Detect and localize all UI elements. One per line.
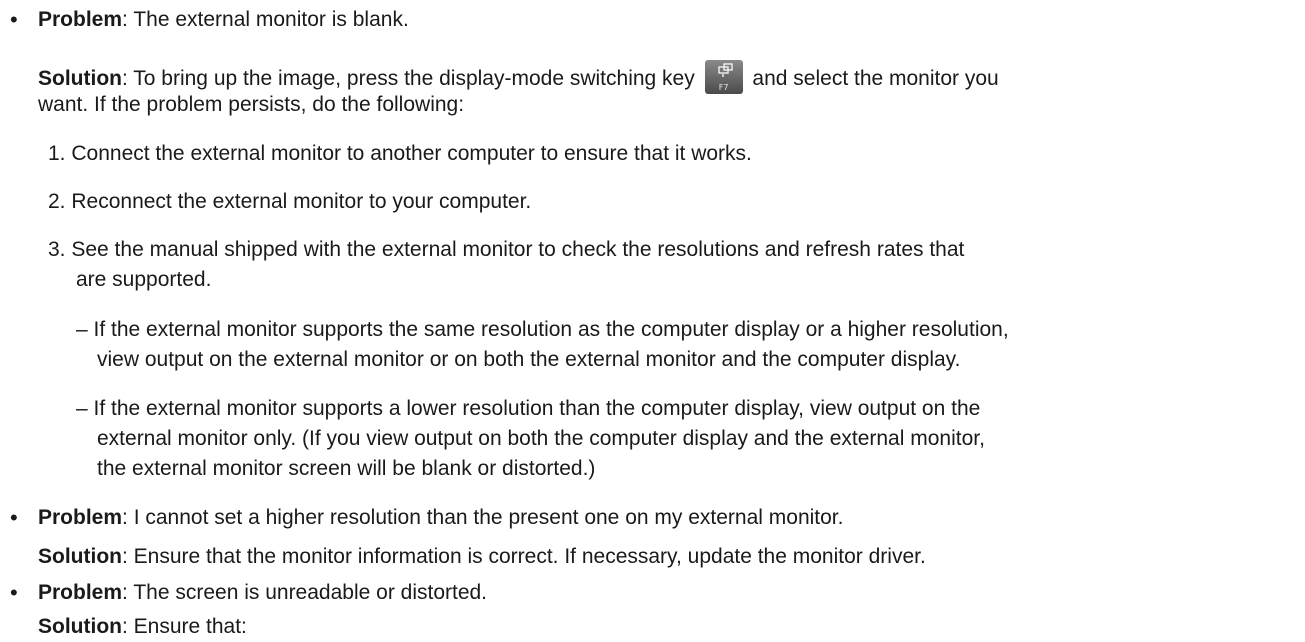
step-text: Connect the external monitor to another … bbox=[71, 142, 752, 165]
step-text: Reconnect the external monitor to your c… bbox=[71, 190, 532, 213]
step-1: 1. Connect the external monitor to anoth… bbox=[48, 139, 752, 169]
problem-text: : I cannot set a higher resolution than … bbox=[122, 506, 844, 529]
step-2: 2. Reconnect the external monitor to you… bbox=[48, 187, 531, 217]
solution-1-line-2: want. If the problem persists, do the fo… bbox=[38, 93, 465, 116]
bullet: • bbox=[10, 580, 18, 605]
solution-label: Solution bbox=[38, 67, 122, 90]
subitem-1-line-1: – If the external monitor supports the s… bbox=[76, 315, 1009, 345]
problem-label: Problem bbox=[38, 581, 123, 604]
step-number: 3. bbox=[48, 238, 66, 261]
key-label: F7 bbox=[718, 83, 729, 92]
solution-label: Solution bbox=[38, 615, 122, 638]
step-3: 3. See the manual shipped with the exter… bbox=[48, 235, 964, 265]
step-3-continued: are supported. bbox=[76, 268, 212, 291]
subitem-text: If the external monitor supports a lower… bbox=[93, 397, 981, 420]
step-number: 1. bbox=[48, 142, 66, 165]
problem-2: Problem: I cannot set a higher resolutio… bbox=[38, 503, 843, 533]
subitem-2-line-3: the external monitor screen will be blan… bbox=[97, 457, 596, 480]
problem-1: Problem: The external monitor is blank. bbox=[38, 5, 409, 35]
solution-1-line-1: Solution: To bring up the image, press t… bbox=[38, 60, 999, 94]
dash: – bbox=[76, 318, 88, 341]
step-number: 2. bbox=[48, 190, 66, 213]
subitem-1-line-2: view output on the external monitor or o… bbox=[97, 348, 961, 371]
display-mode-key-icon: F7 bbox=[704, 60, 743, 94]
subitem-text: If the external monitor supports the sam… bbox=[93, 318, 1009, 341]
bullet: • bbox=[10, 7, 18, 32]
solution-label: Solution bbox=[38, 545, 122, 568]
solution-3: Solution: Ensure that: bbox=[38, 612, 247, 642]
subitem-2-line-2: external monitor only. (If you view outp… bbox=[97, 427, 985, 450]
dash: – bbox=[76, 397, 88, 420]
subitem-2-line-1: – If the external monitor supports a low… bbox=[76, 394, 980, 424]
solution-text-after-key: and select the monitor you bbox=[752, 67, 999, 90]
solution-text: : Ensure that the monitor information is… bbox=[121, 545, 926, 568]
bullet: • bbox=[10, 505, 18, 530]
problem-text: : The external monitor is blank. bbox=[122, 8, 409, 31]
solution-text: : To bring up the image, press the displ… bbox=[121, 67, 695, 90]
step-text: See the manual shipped with the external… bbox=[71, 238, 965, 261]
problem-label: Problem bbox=[38, 506, 123, 529]
problem-text: : The screen is unreadable or distorted. bbox=[122, 581, 488, 604]
problem-3: Problem: The screen is unreadable or dis… bbox=[38, 578, 487, 608]
solution-2: Solution: Ensure that the monitor inform… bbox=[38, 542, 926, 572]
problem-label: Problem bbox=[38, 8, 123, 31]
solution-text: : Ensure that: bbox=[121, 615, 247, 638]
